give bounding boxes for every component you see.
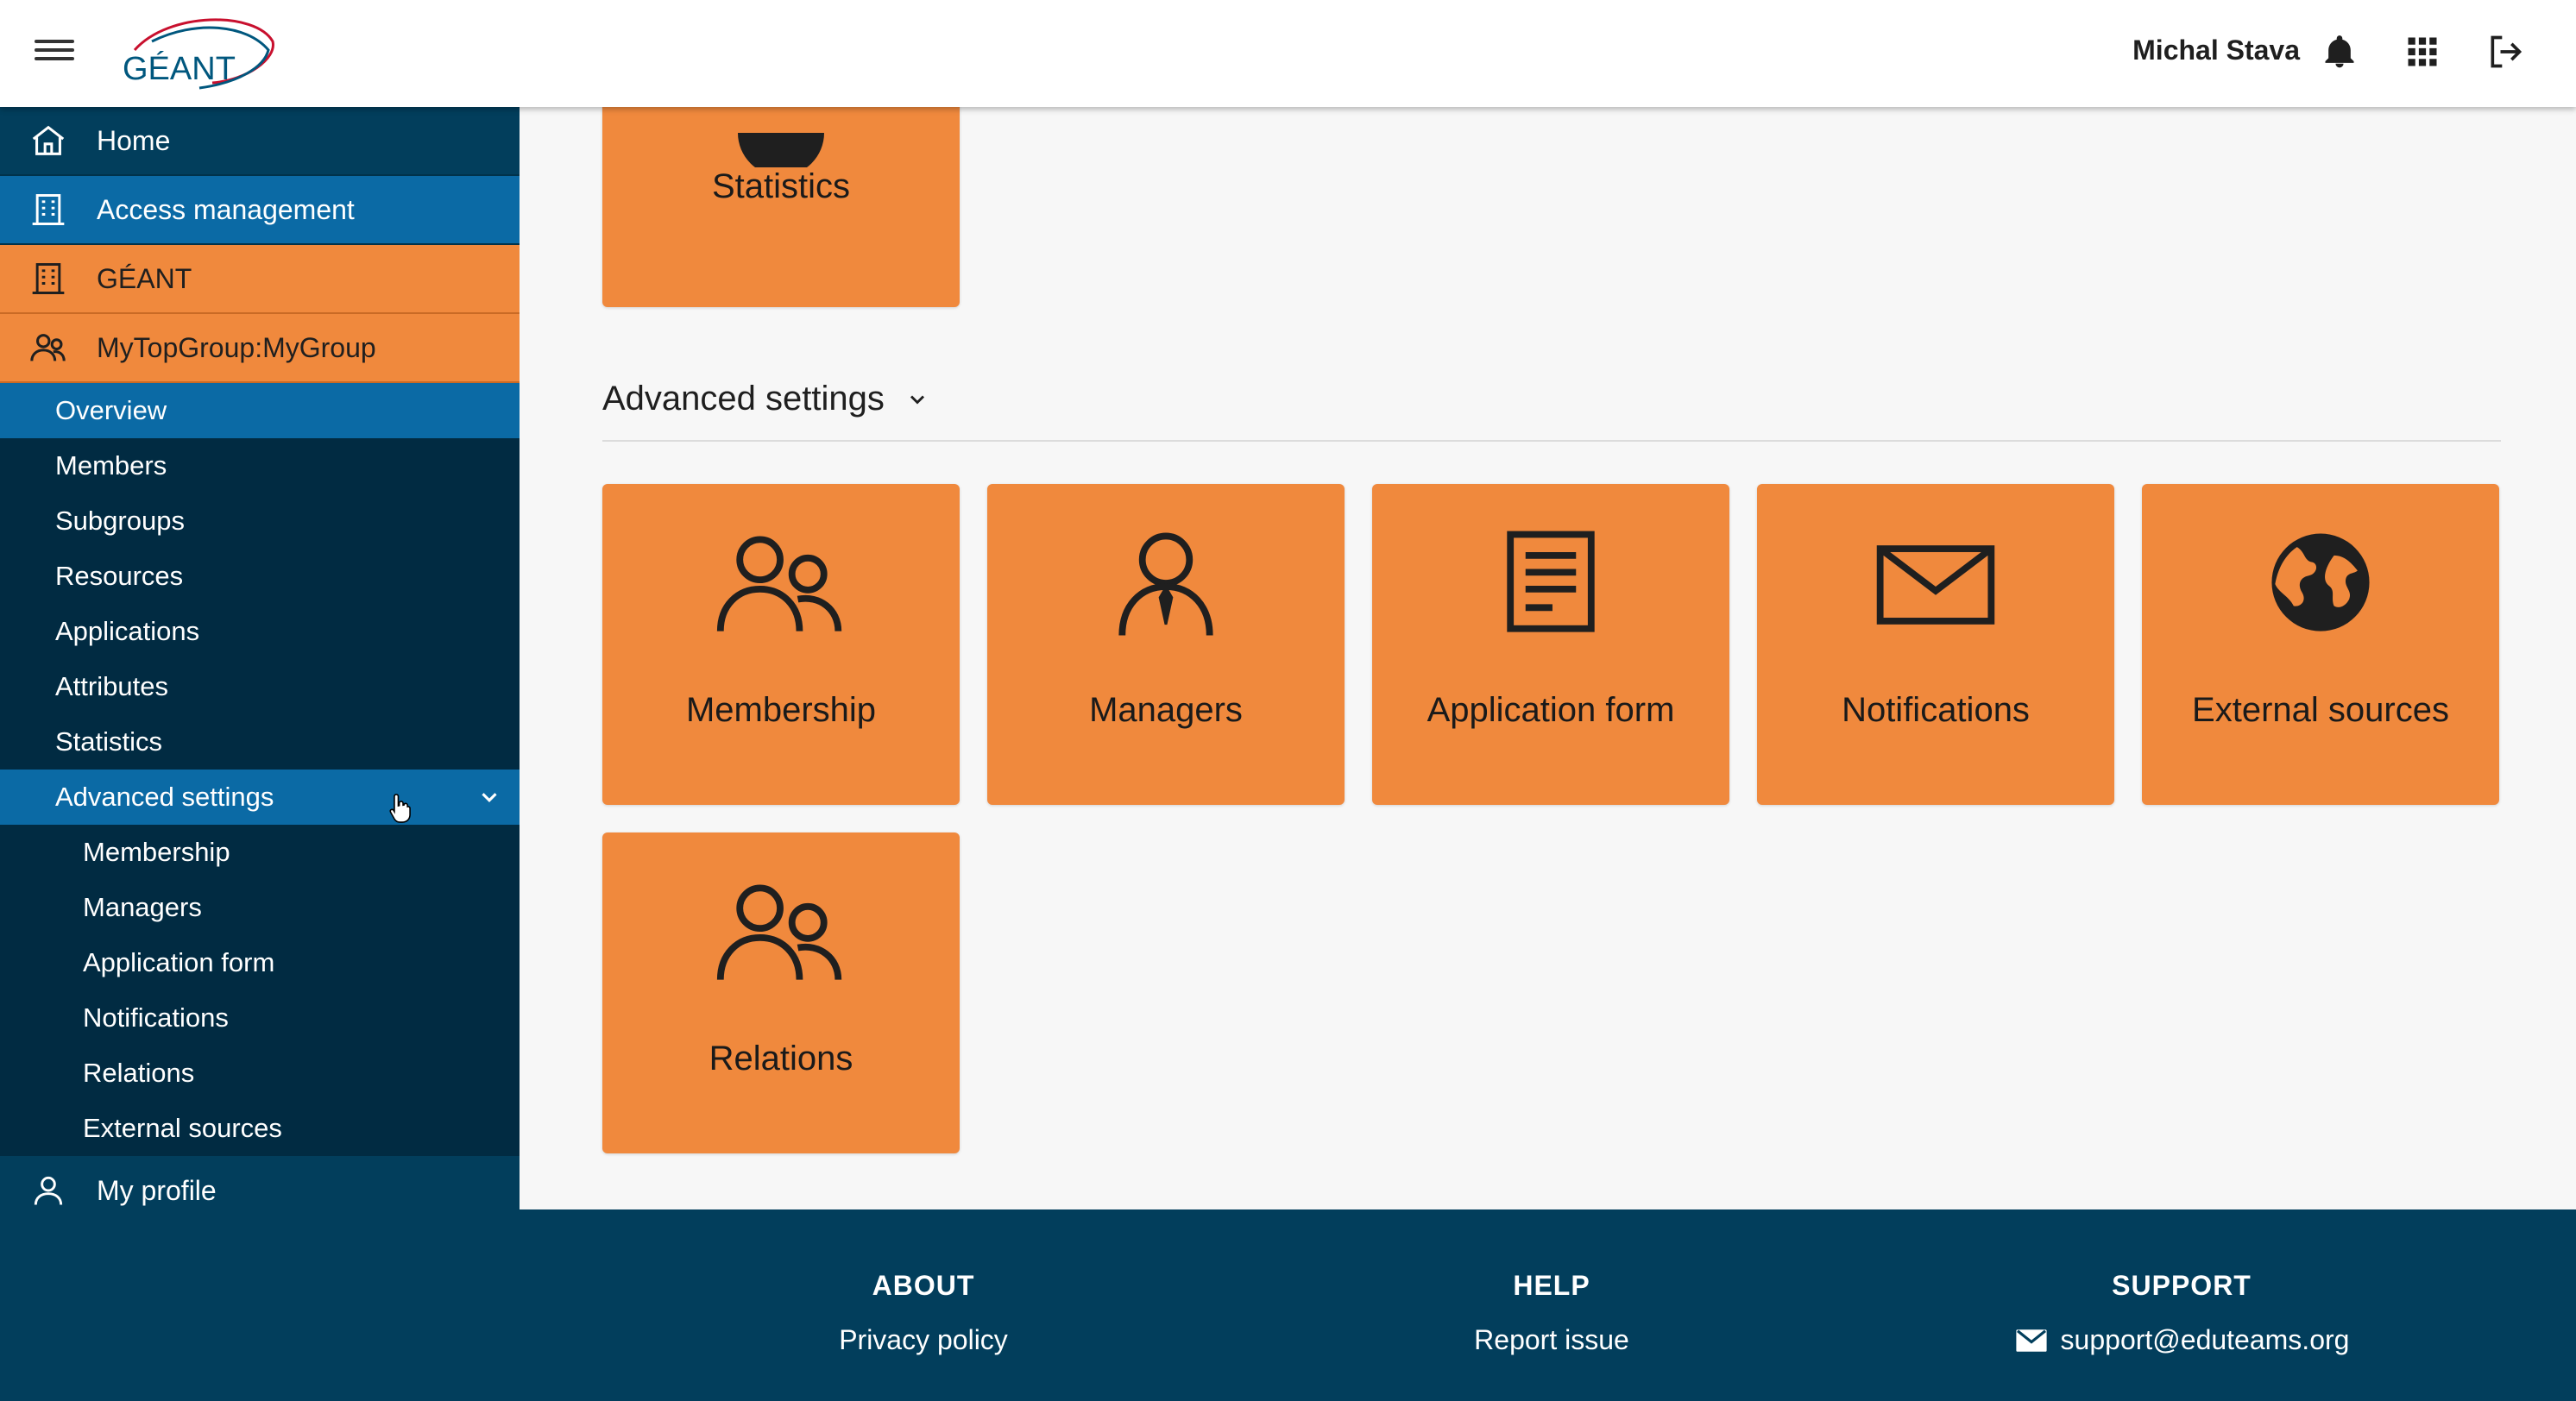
- section-divider: [602, 440, 2501, 442]
- group-icon: [716, 536, 842, 631]
- sidebar-item-label: Members: [55, 450, 167, 481]
- globe-icon: [2271, 533, 2370, 631]
- sidebar-item-notifications[interactable]: Notifications: [0, 990, 520, 1046]
- footer: ABOUT Privacy policy HELP Report issue S…: [520, 1209, 2576, 1401]
- tile-managers[interactable]: Managers: [987, 484, 1345, 805]
- sidebar-item-label: Application form: [83, 947, 275, 977]
- geant-logo[interactable]: GÉANT: [117, 16, 281, 90]
- tile-notifications[interactable]: Notifications: [1757, 484, 2114, 805]
- tile-external-sources[interactable]: External sources: [2142, 484, 2499, 805]
- tile-label: Relations: [709, 1040, 853, 1077]
- sidebar-item-statistics[interactable]: Statistics: [0, 714, 520, 770]
- apps-grid-icon[interactable]: [2403, 33, 2441, 71]
- sidebar-item-label: Home: [97, 124, 171, 156]
- sidebar-item-label: Resources: [55, 561, 184, 591]
- sidebar-item-label: Relations: [83, 1058, 195, 1088]
- sidebar-item-label: Access management: [97, 193, 355, 225]
- sidebar-item-label: Applications: [55, 616, 200, 646]
- sidebar-item-label: Notifications: [83, 1002, 229, 1033]
- group-icon: [28, 327, 69, 368]
- logo-text: GÉANT: [123, 50, 236, 87]
- sidebar-item-members[interactable]: Members: [0, 438, 520, 493]
- statistics-icon: [738, 133, 824, 167]
- sidebar-item-label: My profile: [97, 1174, 217, 1206]
- sidebar-item-overview[interactable]: Overview: [0, 383, 520, 438]
- sidebar-item-label: Advanced settings: [55, 782, 274, 812]
- sidebar-item-managers[interactable]: Managers: [0, 880, 520, 935]
- sidebar-item-relations[interactable]: Relations: [0, 1046, 520, 1101]
- sidebar-item-application-form[interactable]: Application form: [0, 935, 520, 990]
- building-icon: [28, 189, 69, 230]
- sidebar-item-home[interactable]: Home: [0, 107, 520, 176]
- group-icon: [716, 884, 842, 980]
- main-content: Statistics Advanced settings Membership …: [520, 0, 2576, 1209]
- report-issue-link[interactable]: Report issue: [1379, 1324, 1724, 1356]
- user-name[interactable]: Michal Stava: [2132, 35, 2300, 66]
- sidebar-item-applications[interactable]: Applications: [0, 604, 520, 659]
- sidebar-item-attributes[interactable]: Attributes: [0, 659, 520, 714]
- home-icon: [28, 120, 69, 161]
- footer-help: HELP Report issue: [1379, 1270, 1724, 1356]
- tile-label: Managers: [1089, 691, 1243, 729]
- chevron-down-icon: [910, 394, 924, 405]
- footer-heading: SUPPORT: [2112, 1270, 2252, 1301]
- tile-membership[interactable]: Membership: [602, 484, 960, 805]
- sidebar-item-label: Managers: [83, 892, 202, 922]
- sidebar-item-my-profile[interactable]: My profile: [0, 1156, 520, 1225]
- sidebar-item-mygroup[interactable]: MyTopGroup:MyGroup: [0, 314, 520, 383]
- footer-heading: HELP: [1513, 1270, 1590, 1301]
- sidebar-item-label: Overview: [55, 395, 167, 425]
- sidebar-item-label: Attributes: [55, 671, 168, 701]
- sidebar-item-label: Membership: [83, 837, 230, 867]
- tile-label: External sources: [2192, 691, 2449, 729]
- tile-label: Application form: [1427, 691, 1675, 729]
- bell-icon[interactable]: [2321, 33, 2359, 71]
- sidebar-item-label: MyTopGroup:MyGroup: [97, 331, 376, 363]
- user-icon: [28, 1170, 69, 1211]
- manager-icon: [1118, 532, 1213, 636]
- advanced-settings-toggle[interactable]: Advanced settings: [602, 380, 929, 418]
- sidebar-item-label: Statistics: [55, 726, 163, 757]
- document-icon: [1507, 531, 1595, 632]
- sidebar-item-resources[interactable]: Resources: [0, 549, 520, 604]
- app-header: GÉANT Michal Stava: [0, 0, 2576, 107]
- logout-icon[interactable]: [2486, 33, 2524, 71]
- sidebar-item-advanced-settings[interactable]: Advanced settings: [0, 770, 520, 825]
- sidebar-item-membership[interactable]: Membership: [0, 825, 520, 880]
- chevron-down-icon[interactable]: [476, 784, 502, 810]
- sidebar-item-label: GÉANT: [97, 262, 192, 294]
- footer-about: ABOUT Privacy policy: [751, 1270, 1096, 1356]
- tile-relations[interactable]: Relations: [602, 832, 960, 1153]
- privacy-policy-link[interactable]: Privacy policy: [751, 1324, 1096, 1356]
- support-email-link[interactable]: support@eduteams.org: [1966, 1324, 2397, 1356]
- sidebar-item-external-sources[interactable]: External sources: [0, 1101, 520, 1156]
- footer-support: SUPPORT support@eduteams.org: [1966, 1270, 2397, 1356]
- sidebar-item-label: External sources: [83, 1113, 282, 1143]
- building-icon: [28, 258, 69, 299]
- sidebar-item-label: Subgroups: [55, 506, 185, 536]
- sidebar-item-geant[interactable]: GÉANT: [0, 245, 520, 314]
- envelope-icon: [1876, 545, 1995, 625]
- mail-icon: [2015, 1329, 2047, 1352]
- support-email: support@eduteams.org: [2060, 1324, 2350, 1355]
- sidebar-item-access-management[interactable]: Access management: [0, 176, 520, 245]
- hand-cursor-icon: [389, 794, 411, 823]
- sidebar-item-subgroups[interactable]: Subgroups: [0, 493, 520, 549]
- tile-application-form[interactable]: Application form: [1372, 484, 1729, 805]
- tile-label: Statistics: [711, 167, 851, 205]
- tile-label: Membership: [685, 691, 877, 729]
- footer-heading: ABOUT: [872, 1270, 975, 1301]
- tile-label: Notifications: [1842, 691, 2030, 729]
- section-title: Advanced settings: [602, 380, 885, 418]
- hamburger-menu-icon[interactable]: [35, 35, 74, 69]
- sidebar: Home Access management GÉANT MyTopGroup:…: [0, 107, 520, 1401]
